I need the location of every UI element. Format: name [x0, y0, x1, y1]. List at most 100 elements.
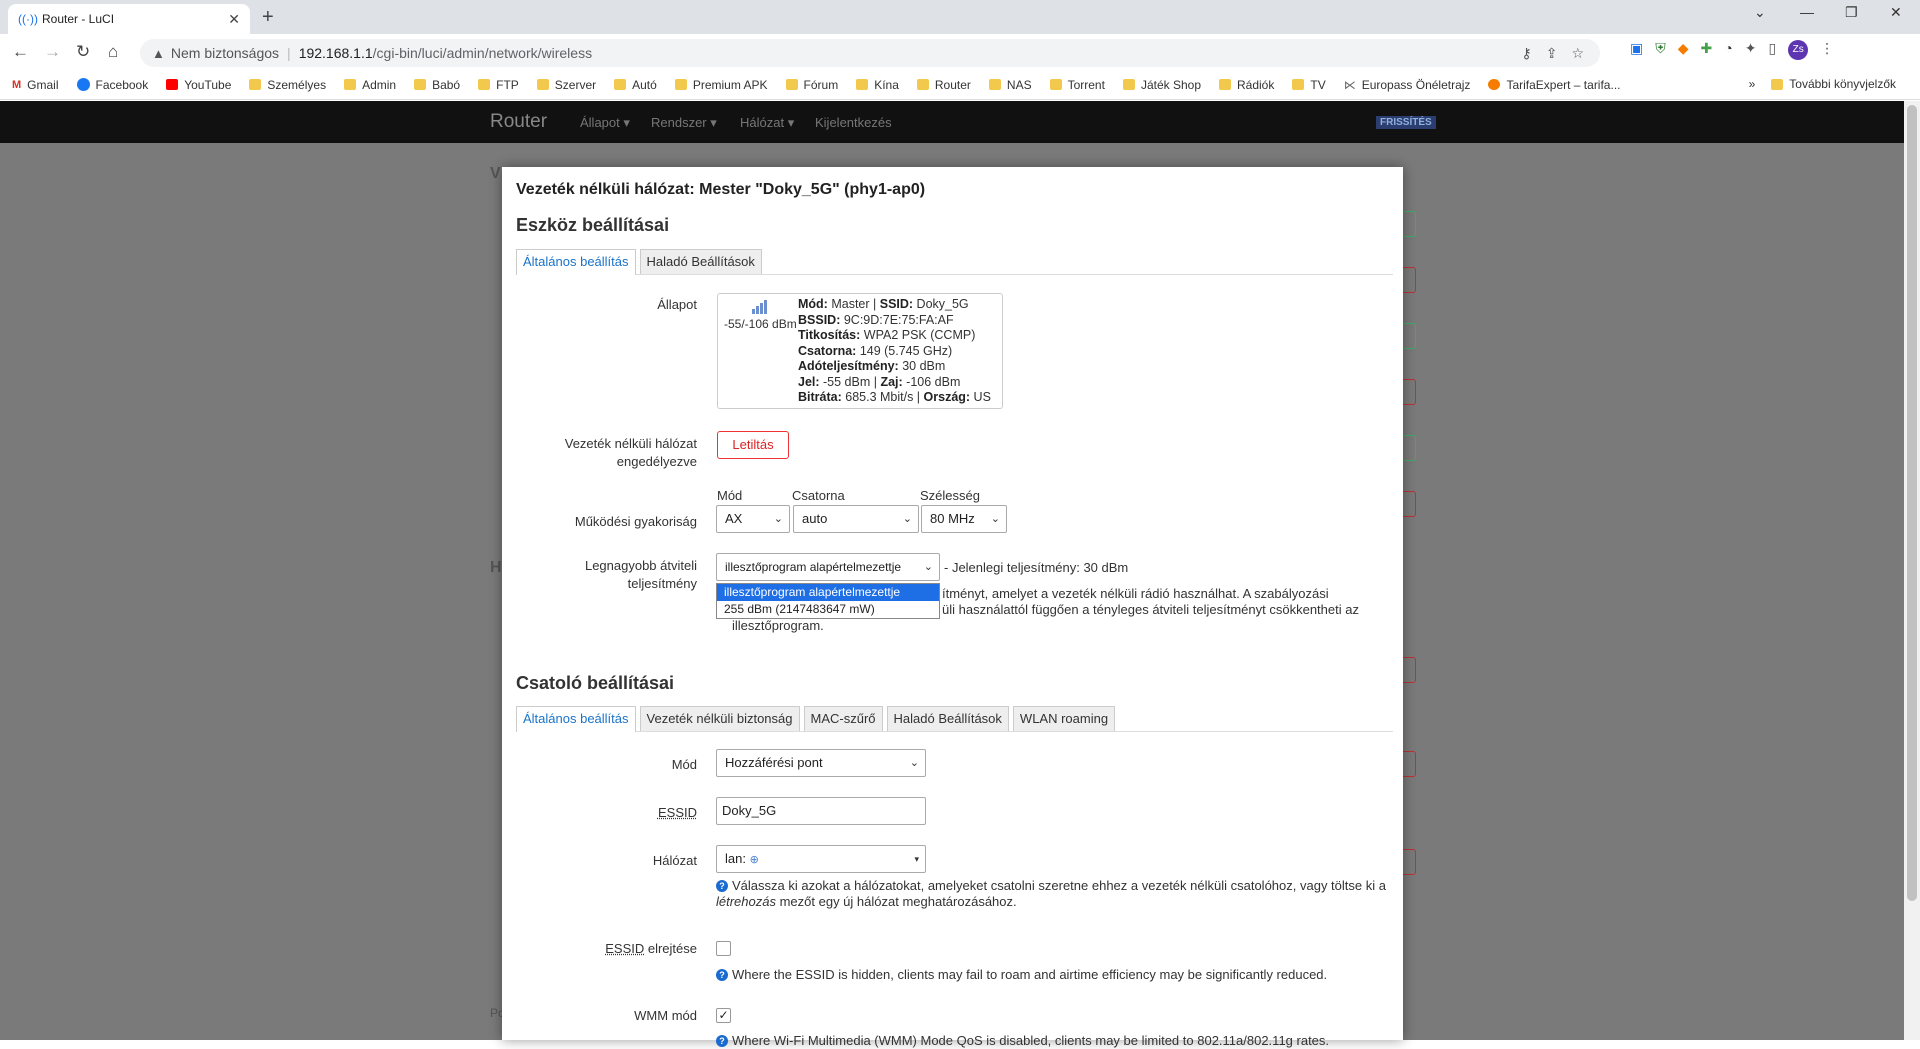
page-scrollbar[interactable]	[1904, 101, 1920, 1040]
star-icon[interactable]: ☆	[1571, 45, 1584, 62]
disable-button[interactable]: Letiltás	[717, 431, 789, 459]
scrollbar-thumb[interactable]	[1907, 105, 1917, 901]
address-bar[interactable]: ▲ Nem biztonságos | 192.168.1.1 /cgi-bin…	[140, 39, 1600, 67]
network-select[interactable]: lan: ⊕ ▾	[716, 845, 926, 873]
folder-icon	[344, 79, 357, 90]
network-help: ? Válassza ki azokat a hálózatokat, amely…	[716, 878, 1386, 909]
gauge-extension-icon[interactable]: ◔	[1724, 40, 1732, 60]
menu-logout[interactable]: Kijelentkezés	[815, 115, 892, 130]
reload-icon[interactable]: ↻	[76, 42, 90, 62]
tab-close-icon[interactable]: ✕	[228, 11, 240, 28]
chevron-down-icon: ⌄	[902, 513, 912, 525]
hide-essid-checkbox[interactable]	[716, 941, 731, 956]
brave-extension-icon[interactable]: ◆	[1678, 40, 1689, 60]
browser-menu-icon[interactable]: ⋮	[1820, 40, 1834, 60]
bookmark-folder[interactable]: Kína	[856, 78, 899, 92]
bookmark-folder[interactable]: Autó	[614, 78, 657, 92]
shield-extension-icon[interactable]: ⛨	[1655, 40, 1666, 60]
essid-input[interactable]: Doky_5G	[716, 797, 926, 825]
bookmark-label: Torrent	[1067, 77, 1105, 92]
bookmark-label: Rádiók	[1237, 77, 1275, 92]
status-line: Mód: Master | SSID: Doky_5G	[798, 297, 969, 311]
bookmark-folder[interactable]: Router	[916, 78, 971, 92]
interface-tabs: Általános beállítás Vezeték nélküli bizt…	[516, 706, 1393, 732]
bookmark-gmail[interactable]: M Gmail	[12, 78, 59, 92]
bookmark-label: TV	[1310, 77, 1326, 92]
wmm-label: WMM mód	[634, 1008, 697, 1023]
width-select[interactable]: 80 MHz ⌄	[921, 505, 1007, 533]
bookmark-label: Személyes	[267, 77, 327, 92]
select-value: Hozzáférési pont	[725, 755, 823, 770]
key-icon[interactable]: ⚷	[1521, 45, 1531, 62]
help-icon: ?	[716, 969, 728, 981]
bookmark-facebook[interactable]: Facebook	[76, 78, 148, 92]
bookmark-folder[interactable]: Személyes	[249, 78, 326, 92]
bookmark-label: Premium APK	[692, 77, 768, 92]
youtube-icon	[166, 79, 179, 90]
puzzle-green-extension-icon[interactable]: ✚	[1701, 40, 1713, 60]
side-panel-icon[interactable]: ▯	[1768, 40, 1776, 60]
update-badge[interactable]: FRISSÍTÉS	[1376, 116, 1436, 129]
share-icon[interactable]: ⇪	[1546, 45, 1558, 62]
luci-brand[interactable]: Router	[490, 111, 547, 133]
more-bookmarks-button[interactable]: »	[1749, 77, 1756, 91]
back-arrow-icon[interactable]: ←	[12, 42, 29, 62]
tab-search-icon[interactable]: ⌄	[1754, 4, 1766, 21]
translate-extension-icon[interactable]: ▣	[1630, 40, 1643, 60]
tab-device-general[interactable]: Általános beállítás	[516, 249, 636, 275]
folder-icon	[478, 79, 491, 90]
bookmark-folder[interactable]: Admin	[344, 78, 396, 92]
menu-label: Rendszer	[651, 115, 707, 130]
bookmark-folder[interactable]: NAS	[988, 78, 1032, 92]
bookmark-folder[interactable]: Játék Shop	[1122, 78, 1201, 92]
bookmark-folder[interactable]: Torrent	[1049, 77, 1105, 92]
bookmark-folder[interactable]: Babó	[414, 78, 460, 92]
tab-iface-security[interactable]: Vezeték nélküli biztonság	[639, 706, 800, 731]
select-value: AX	[725, 511, 743, 526]
menu-status[interactable]: Állapot ▾	[580, 115, 630, 131]
folder-icon	[249, 79, 262, 90]
other-bookmarks-folder[interactable]: További könyvjelzők	[1771, 77, 1896, 91]
tab-iface-advanced[interactable]: Haladó Beállítások	[886, 706, 1009, 731]
iface-mode-label: Mód	[671, 757, 697, 772]
txpower-select[interactable]: illesztőprogram alapértelmezettje ⌄	[716, 553, 940, 581]
chevron-down-icon: ⌄	[990, 513, 1000, 525]
menu-system[interactable]: Rendszer ▾	[651, 115, 717, 131]
browser-tab[interactable]: ((·)) Router - LuCI ✕	[8, 4, 250, 34]
txpower-option-255dbm[interactable]: 255 dBm (2147483647 mW)	[717, 601, 939, 618]
bookmark-europass[interactable]: ⋉ Europass Önéletrajz	[1344, 78, 1471, 92]
gmail-icon: M	[12, 78, 22, 91]
url-separator: |	[287, 45, 291, 61]
tab-iface-mac-filter[interactable]: MAC-szűrő	[803, 706, 883, 731]
bookmark-tarifaexpert[interactable]: TarifaExpert – tarifa...	[1488, 78, 1620, 92]
profile-avatar[interactable]: Zs	[1788, 40, 1809, 60]
bookmark-folder[interactable]: Szerver	[536, 77, 597, 92]
tab-iface-general[interactable]: Általános beállítás	[516, 706, 636, 732]
folder-icon	[785, 79, 798, 90]
bookmark-folder[interactable]: Premium APK	[674, 77, 768, 92]
bookmarks-right: » További könyvjelzők	[1749, 77, 1896, 91]
menu-network[interactable]: Hálózat ▾	[740, 115, 794, 131]
home-icon[interactable]: ⌂	[108, 42, 118, 62]
tab-device-advanced[interactable]: Haladó Beállítások	[639, 249, 762, 274]
bookmark-folder[interactable]: Rádiók	[1219, 78, 1274, 92]
bookmark-folder[interactable]: TV	[1292, 77, 1326, 92]
bookmark-youtube[interactable]: YouTube	[166, 78, 231, 92]
bookmark-folder[interactable]: FTP	[478, 78, 519, 92]
extensions-puzzle-icon[interactable]: ✦	[1745, 40, 1757, 60]
new-tab-button[interactable]: +	[262, 6, 274, 29]
maximize-button[interactable]: ❐	[1845, 4, 1858, 21]
wmm-checkbox[interactable]: ✓	[716, 1008, 731, 1023]
bookmark-label: Fórum	[803, 77, 839, 92]
forward-arrow-icon[interactable]: →	[44, 42, 61, 62]
minimize-button[interactable]: —	[1800, 4, 1814, 20]
txpower-option-default[interactable]: illesztőprogram alapértelmezettje	[717, 584, 939, 601]
channel-select[interactable]: auto ⌄	[793, 505, 919, 533]
iface-mode-select[interactable]: Hozzáférési pont ⌄	[716, 749, 926, 777]
bookmark-label: Szerver	[554, 77, 597, 92]
close-window-button[interactable]: ✕	[1890, 4, 1902, 21]
mode-select[interactable]: AX ⌄	[716, 505, 790, 533]
tab-iface-roaming[interactable]: WLAN roaming	[1012, 706, 1116, 731]
hide-essid-label: ESSID elrejtése	[605, 941, 697, 956]
bookmark-folder[interactable]: Fórum	[785, 77, 839, 92]
